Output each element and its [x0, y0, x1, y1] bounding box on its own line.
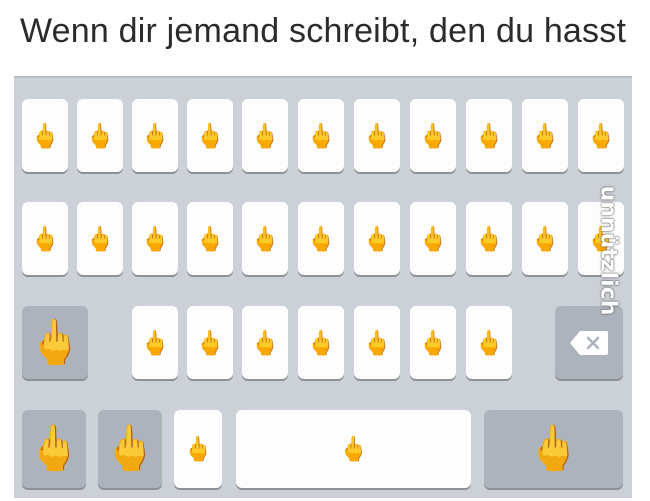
middle-finger-icon: 🖕 — [474, 328, 504, 357]
middle-finger-icon: 🖕 — [250, 224, 280, 253]
key-row3-6[interactable]: 🖕 — [410, 306, 456, 379]
middle-finger-icon: 🖕 — [338, 435, 369, 463]
number-switch-key[interactable]: 🖕 — [22, 410, 86, 488]
globe-key[interactable]: 🖕 — [98, 410, 162, 488]
key-row2-3[interactable]: 🖕 — [132, 202, 178, 275]
middle-finger-icon: 🖕 — [306, 328, 336, 357]
middle-finger-icon: 🖕 — [474, 224, 504, 253]
middle-finger-icon: 🖕 — [102, 423, 158, 474]
middle-finger-icon: 🖕 — [306, 121, 336, 150]
middle-finger-icon: 🖕 — [30, 121, 60, 150]
key-row1-7[interactable]: 🖕 — [354, 99, 400, 172]
key-row2-2[interactable]: 🖕 — [77, 202, 123, 275]
middle-finger-icon: 🖕 — [27, 316, 83, 368]
key-row1-6[interactable]: 🖕 — [298, 99, 344, 172]
meme-caption: Wenn dir jemand schreibt, den du hasst — [20, 12, 627, 50]
middle-finger-icon: 🖕 — [306, 224, 336, 253]
middle-finger-icon: 🖕 — [530, 224, 560, 253]
key-row2-5[interactable]: 🖕 — [242, 202, 288, 275]
key-row1-10[interactable]: 🖕 — [522, 99, 568, 172]
key-row3-5[interactable]: 🖕 — [354, 306, 400, 379]
key-row2-8[interactable]: 🖕 — [410, 202, 456, 275]
key-row1-11[interactable]: 🖕 — [578, 99, 624, 172]
middle-finger-icon: 🖕 — [30, 224, 60, 253]
middle-finger-icon: 🖕 — [26, 423, 82, 474]
middle-finger-icon: 🖕 — [530, 121, 560, 150]
middle-finger-icon: 🖕 — [362, 224, 392, 253]
emoji-keyboard: 🖕 🖕 🖕 🖕 🖕 🖕 🖕 🖕 🖕 🖕 🖕 🖕 🖕 🖕 🖕 🖕 🖕 🖕 🖕 🖕 … — [14, 76, 632, 498]
middle-finger-icon: 🖕 — [362, 121, 392, 150]
return-key[interactable]: 🖕 — [484, 410, 623, 488]
key-row3-2[interactable]: 🖕 — [187, 306, 233, 379]
backspace-key[interactable] — [555, 306, 623, 379]
key-row3-1[interactable]: 🖕 — [132, 306, 178, 379]
middle-finger-icon: 🖕 — [250, 121, 280, 150]
middle-finger-icon: 🖕 — [526, 423, 581, 474]
backspace-icon — [570, 330, 608, 355]
key-row1-8[interactable]: 🖕 — [410, 99, 456, 172]
middle-finger-icon: 🖕 — [418, 328, 448, 357]
middle-finger-icon: 🖕 — [250, 328, 280, 357]
key-row2-7[interactable]: 🖕 — [354, 202, 400, 275]
key-row3-4[interactable]: 🖕 — [298, 306, 344, 379]
space-key[interactable]: 🖕 — [236, 410, 471, 488]
middle-finger-icon: 🖕 — [418, 224, 448, 253]
key-row1-5[interactable]: 🖕 — [242, 99, 288, 172]
middle-finger-icon: 🖕 — [474, 121, 504, 150]
key-row2-10[interactable]: 🖕 — [522, 202, 568, 275]
middle-finger-icon: 🖕 — [362, 328, 392, 357]
middle-finger-icon: 🖕 — [140, 224, 170, 253]
key-row1-4[interactable]: 🖕 — [187, 99, 233, 172]
middle-finger-icon: 🖕 — [183, 435, 213, 463]
middle-finger-icon: 🖕 — [140, 328, 170, 357]
middle-finger-icon: 🖕 — [195, 121, 225, 150]
dictation-key[interactable]: 🖕 — [174, 410, 222, 488]
key-row2-9[interactable]: 🖕 — [466, 202, 512, 275]
key-row1-2[interactable]: 🖕 — [77, 99, 123, 172]
middle-finger-icon: 🖕 — [195, 224, 225, 253]
key-row2-6[interactable]: 🖕 — [298, 202, 344, 275]
key-row3-7[interactable]: 🖕 — [466, 306, 512, 379]
middle-finger-icon: 🖕 — [195, 328, 225, 357]
key-row2-1[interactable]: 🖕 — [22, 202, 68, 275]
middle-finger-icon: 🖕 — [85, 121, 115, 150]
middle-finger-icon: 🖕 — [140, 121, 170, 150]
watermark-logo: unnützlich — [595, 185, 621, 315]
middle-finger-icon: 🖕 — [586, 121, 616, 150]
key-row1-1[interactable]: 🖕 — [22, 99, 68, 172]
middle-finger-icon: 🖕 — [85, 224, 115, 253]
middle-finger-icon: 🖕 — [418, 121, 448, 150]
shift-key[interactable]: 🖕 — [22, 306, 88, 379]
key-row1-3[interactable]: 🖕 — [132, 99, 178, 172]
key-row2-4[interactable]: 🖕 — [187, 202, 233, 275]
key-row3-3[interactable]: 🖕 — [242, 306, 288, 379]
key-row1-9[interactable]: 🖕 — [466, 99, 512, 172]
